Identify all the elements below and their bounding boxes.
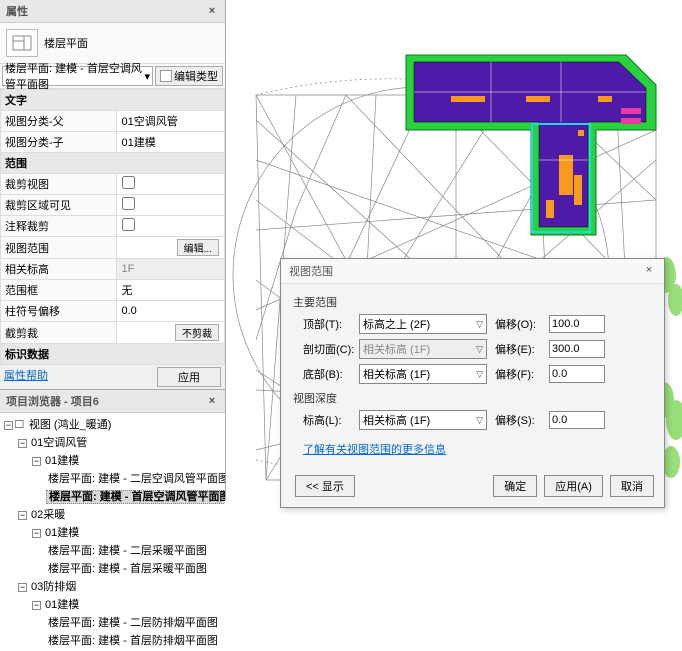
learn-more-link[interactable]: 了解有关视图范围的更多信息	[303, 441, 446, 457]
top-select[interactable]: 标高之上 (2F)▽	[359, 314, 487, 334]
tree-item[interactable]: 01建模	[43, 599, 81, 611]
row-label: 视图范围	[1, 237, 117, 259]
project-browser-tree: −🞎 视图 (鸿业_暖通) −01空调风管 −01建模 楼层平面: 建模 - 二…	[0, 413, 225, 651]
row-label: 裁剪区域可见	[1, 195, 117, 216]
assoc-level-value: 1F	[117, 259, 225, 280]
properties-table: 文字 视图分类-父 视图分类-子 范围 裁剪视图 裁剪区域可见 注释裁剪 视图范…	[0, 89, 225, 365]
view-range-dialog: 视图范围 × 主要范围 顶部(T): 标高之上 (2F)▽ 偏移(O): 剖切面…	[280, 258, 665, 508]
view-range-edit-button[interactable]: 编辑...	[177, 239, 219, 256]
tree-toggle[interactable]: −	[18, 511, 27, 520]
cut-label: 剖切面(C):	[303, 341, 359, 357]
row-label: 范围框	[1, 280, 117, 301]
properties-panel-title: 属性 ×	[0, 0, 225, 23]
tree-toggle[interactable]: −	[32, 529, 41, 538]
cut-offset-input[interactable]	[549, 340, 605, 358]
crop-region-checkbox[interactable]	[122, 197, 135, 210]
bottom-label: 底部(B):	[303, 366, 359, 382]
top-label: 顶部(T):	[303, 316, 359, 332]
view-cat-parent-input[interactable]	[121, 114, 215, 128]
tree-item[interactable]: 01建模	[43, 455, 81, 467]
chevron-down-icon: ▽	[476, 369, 483, 380]
show-button[interactable]: << 显示	[295, 475, 355, 497]
tree-item-selected[interactable]: 楼层平面: 建模 - 首层空调风管平面图	[46, 490, 225, 504]
ok-button[interactable]: 确定	[493, 475, 537, 497]
edit-type-button[interactable]: 编辑类型	[155, 66, 223, 86]
properties-title-text: 属性	[6, 3, 28, 19]
row-label: 截剪裁	[1, 322, 117, 344]
tree-item[interactable]: 01建模	[43, 527, 81, 539]
tree-item[interactable]: 楼层平面: 建模 - 二层防排烟平面图	[46, 617, 220, 629]
level-offset-label: 偏移(S):	[495, 412, 549, 428]
row-label: 注释裁剪	[1, 216, 117, 237]
tree-toggle[interactable]: −	[4, 421, 13, 430]
view-cat-child-input[interactable]	[121, 135, 215, 149]
chevron-down-icon: ▾	[144, 70, 150, 83]
tree-item-views[interactable]: 视图 (鸿业_暖通)	[27, 419, 114, 431]
depth-crop-button[interactable]: 不剪裁	[175, 324, 219, 341]
crop-view-checkbox[interactable]	[122, 176, 135, 189]
row-label: 相关标高	[1, 259, 117, 280]
dialog-title-text: 视图范围	[289, 263, 333, 279]
bottom-select[interactable]: 相关标高 (1F)▽	[359, 364, 487, 384]
cut-select: 相关标高 (1F)▽	[359, 339, 487, 359]
top-offset-input[interactable]	[549, 315, 605, 333]
tree-toggle[interactable]: −	[32, 457, 41, 466]
property-type-header: 楼层平面	[0, 23, 225, 64]
edit-type-icon	[160, 70, 172, 82]
tree-item[interactable]: 楼层平面: 建模 - 二层空调风管平面图	[46, 473, 225, 485]
group-text: 文字	[1, 90, 225, 111]
tree-item[interactable]: 02采暖	[29, 509, 67, 521]
level-label: 标高(L):	[303, 412, 359, 428]
chevron-down-icon: ▽	[476, 344, 483, 355]
properties-help-link[interactable]: 属性帮助	[4, 367, 48, 387]
row-label: 裁剪视图	[1, 174, 117, 195]
bottom-offset-input[interactable]	[549, 365, 605, 383]
tree-item[interactable]: 楼层平面: 建模 - 二层采暖平面图	[46, 545, 209, 557]
properties-apply-button[interactable]: 应用	[157, 367, 221, 387]
level-select[interactable]: 相关标高 (1F)▽	[359, 410, 487, 430]
close-icon[interactable]: ×	[205, 4, 219, 18]
floorplan-icon	[6, 29, 38, 57]
row-label: 柱符号偏移	[1, 301, 117, 322]
scope-box-value[interactable]: 无	[117, 280, 225, 301]
row-label: 视图分类-子	[1, 132, 117, 153]
cut-offset-label: 偏移(E):	[495, 341, 549, 357]
type-selector[interactable]: 楼层平面: 建模 - 首层空调风管平面图 ▾	[2, 66, 153, 86]
chevron-down-icon: ▽	[476, 415, 483, 426]
tree-item[interactable]: 楼层平面: 建模 - 首层防排烟平面图	[46, 635, 220, 647]
column-offset-input[interactable]	[121, 304, 215, 318]
property-type-label: 楼层平面	[44, 35, 88, 51]
tree-toggle[interactable]: −	[18, 439, 27, 448]
tree-toggle[interactable]: −	[32, 601, 41, 610]
dialog-close-icon[interactable]: ×	[642, 263, 656, 277]
tree-item[interactable]: 楼层平面: 建模 - 首层采暖平面图	[46, 563, 209, 575]
group-identity: 标识数据	[1, 344, 225, 365]
level-offset-input[interactable]	[549, 411, 605, 429]
row-label: 视图分类-父	[1, 111, 117, 132]
bottom-offset-label: 偏移(F):	[495, 366, 549, 382]
close-icon[interactable]: ×	[205, 394, 219, 408]
cancel-button[interactable]: 取消	[610, 475, 654, 497]
top-offset-label: 偏移(O):	[495, 316, 549, 332]
type-selector-text: 楼层平面: 建模 - 首层空调风管平面图	[5, 60, 144, 92]
apply-button[interactable]: 应用(A)	[544, 475, 603, 497]
tree-toggle[interactable]: −	[18, 583, 27, 592]
browser-panel-title: 项目浏览器 - 项目6 ×	[0, 390, 225, 413]
annotation-crop-checkbox[interactable]	[122, 218, 135, 231]
chevron-down-icon: ▽	[476, 319, 483, 330]
view-depth-label: 视图深度	[293, 390, 652, 406]
group-extent: 范围	[1, 153, 225, 174]
browser-title-text: 项目浏览器 - 项目6	[6, 393, 99, 409]
edit-type-label: 编辑类型	[174, 68, 218, 84]
tree-item[interactable]: 03防排烟	[29, 581, 78, 593]
tree-item[interactable]: 01空调风管	[29, 437, 89, 449]
primary-range-label: 主要范围	[293, 294, 652, 310]
